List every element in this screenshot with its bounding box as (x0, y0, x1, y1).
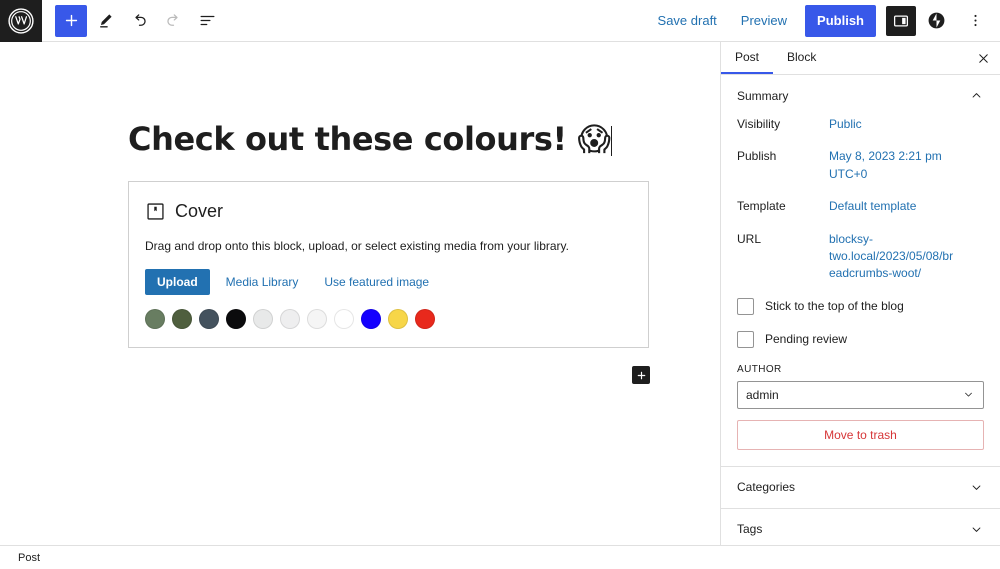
summary-row-template: Template Default template (737, 198, 984, 215)
preview-button[interactable]: Preview (731, 7, 797, 34)
editor-body: Check out these colours! 😱 Cover Drag an… (0, 42, 1000, 545)
cover-block-actions: Upload Media Library Use featured image (145, 269, 632, 295)
panel-categories: Categories (721, 467, 1000, 509)
upload-button[interactable]: Upload (145, 269, 210, 295)
three-dots-vertical-icon (967, 12, 984, 29)
editor-app: Save draft Preview Publish (0, 0, 1000, 569)
pencil-icon (96, 11, 115, 30)
panel-categories-header[interactable]: Categories (721, 467, 1000, 508)
wordpress-logo-button[interactable] (0, 0, 42, 42)
template-label: Template (737, 198, 829, 213)
swatch-slate-blue[interactable] (199, 309, 219, 329)
toolbar-right-group: Save draft Preview Publish (648, 0, 1000, 41)
cover-block-icon (145, 201, 166, 222)
add-block-button[interactable] (55, 5, 87, 37)
breadcrumb: Post (18, 552, 40, 564)
redo-arrow-icon (164, 11, 183, 30)
summary-row-publish: Publish May 8, 2023 2:21 pm UTC+0 (737, 148, 984, 183)
pending-review-checkbox-label: Pending review (765, 332, 847, 346)
sidebar-scroll-area[interactable]: Summary Visibility Public Publish May 8, (721, 75, 1000, 545)
swatch-near-black[interactable] (226, 309, 246, 329)
post-title-field[interactable]: Check out these colours! 😱 (128, 120, 612, 158)
summary-row-url: URL blocksy-two.local/2023/05/08/breadcr… (737, 231, 984, 283)
edit-tool-button[interactable] (89, 5, 121, 37)
sidebar-panel-icon (892, 12, 910, 30)
chevron-down-icon (969, 480, 984, 495)
summary-row-visibility: Visibility Public (737, 116, 984, 133)
chevron-down-icon (969, 522, 984, 537)
move-to-trash-button[interactable]: Move to trash (737, 420, 984, 450)
visibility-value-button[interactable]: Public (829, 116, 862, 133)
wordpress-logo-icon (8, 8, 34, 34)
swatch-blue[interactable] (361, 309, 381, 329)
plus-icon (636, 370, 647, 381)
cover-block-placeholder[interactable]: Cover Drag and drop onto this block, upl… (128, 181, 649, 348)
sidebar-tabs: Post Block (721, 42, 1000, 75)
chevron-up-icon (969, 88, 984, 103)
swatch-red[interactable] (415, 309, 435, 329)
editor-canvas[interactable]: Check out these colours! 😱 Cover Drag an… (0, 42, 720, 545)
publish-date-button[interactable]: May 8, 2023 2:21 pm UTC+0 (829, 148, 959, 183)
pending-review-checkbox[interactable] (737, 331, 754, 348)
swatch-light-gray-3[interactable] (307, 309, 327, 329)
collapsed-panel-list: CategoriesTagsFeatured imageExcerptDiscu… (721, 467, 1000, 545)
publish-label: Publish (737, 148, 829, 163)
list-view-icon (198, 11, 217, 30)
tab-post[interactable]: Post (721, 42, 773, 74)
cover-block-instructions: Drag and drop onto this block, upload, o… (145, 237, 632, 255)
author-select[interactable]: admin (737, 381, 984, 409)
template-value-button[interactable]: Default template (829, 198, 916, 215)
panel-tags-title: Tags (737, 522, 762, 536)
toolbar-left-group (42, 0, 223, 41)
plus-icon (63, 12, 80, 29)
editor-options-button[interactable] (960, 5, 990, 37)
sticky-checkbox-row: Stick to the top of the blog (737, 298, 984, 315)
post-title-text: Check out these colours! 😱 (128, 120, 610, 158)
swatch-olive-green[interactable] (172, 309, 192, 329)
panel-categories-title: Categories (737, 480, 795, 494)
use-featured-image-button[interactable]: Use featured image (314, 269, 439, 295)
panel-tags: Tags (721, 509, 1000, 545)
publish-button[interactable]: Publish (805, 5, 876, 37)
tab-block[interactable]: Block (773, 42, 830, 74)
author-label: AUTHOR (737, 364, 984, 375)
save-draft-button[interactable]: Save draft (648, 7, 727, 34)
text-caret (611, 126, 612, 156)
swatch-yellow[interactable] (388, 309, 408, 329)
close-sidebar-button[interactable] (966, 42, 1000, 74)
jetpack-icon (927, 11, 946, 30)
url-label: URL (737, 231, 829, 246)
jetpack-button[interactable] (922, 7, 950, 35)
media-library-button[interactable]: Media Library (216, 269, 309, 295)
settings-sidebar-toggle-button[interactable] (886, 6, 916, 36)
panel-summary-title: Summary (737, 89, 788, 103)
url-value-button[interactable]: blocksy-two.local/2023/05/08/breadcrumbs… (829, 231, 959, 283)
cover-block-header: Cover (145, 201, 632, 222)
undo-button[interactable] (123, 5, 155, 37)
cover-block-title: Cover (175, 201, 223, 222)
sticky-checkbox[interactable] (737, 298, 754, 315)
chevron-down-icon (962, 388, 975, 401)
editor-footer: Post (0, 545, 1000, 569)
list-view-button[interactable] (191, 5, 223, 37)
color-swatch-list (145, 309, 632, 329)
swatch-light-gray-1[interactable] (253, 309, 273, 329)
panel-tags-header[interactable]: Tags (721, 509, 1000, 545)
swatch-light-gray-2[interactable] (280, 309, 300, 329)
author-select-value: admin (746, 388, 779, 402)
pending-review-checkbox-row: Pending review (737, 331, 984, 348)
visibility-label: Visibility (737, 116, 829, 131)
undo-arrow-icon (130, 11, 149, 30)
settings-sidebar: Post Block Summary (720, 42, 1000, 545)
panel-summary-body: Visibility Public Publish May 8, 2023 2:… (721, 116, 1000, 466)
sticky-checkbox-label: Stick to the top of the blog (765, 299, 904, 313)
swatch-white[interactable] (334, 309, 354, 329)
editor-toolbar: Save draft Preview Publish (0, 0, 1000, 42)
panel-summary: Summary Visibility Public Publish May 8, (721, 75, 1000, 467)
redo-button[interactable] (157, 5, 189, 37)
inline-add-block-button[interactable] (632, 366, 650, 384)
close-x-icon (976, 51, 991, 66)
panel-summary-header[interactable]: Summary (721, 75, 1000, 116)
swatch-sage-green[interactable] (145, 309, 165, 329)
